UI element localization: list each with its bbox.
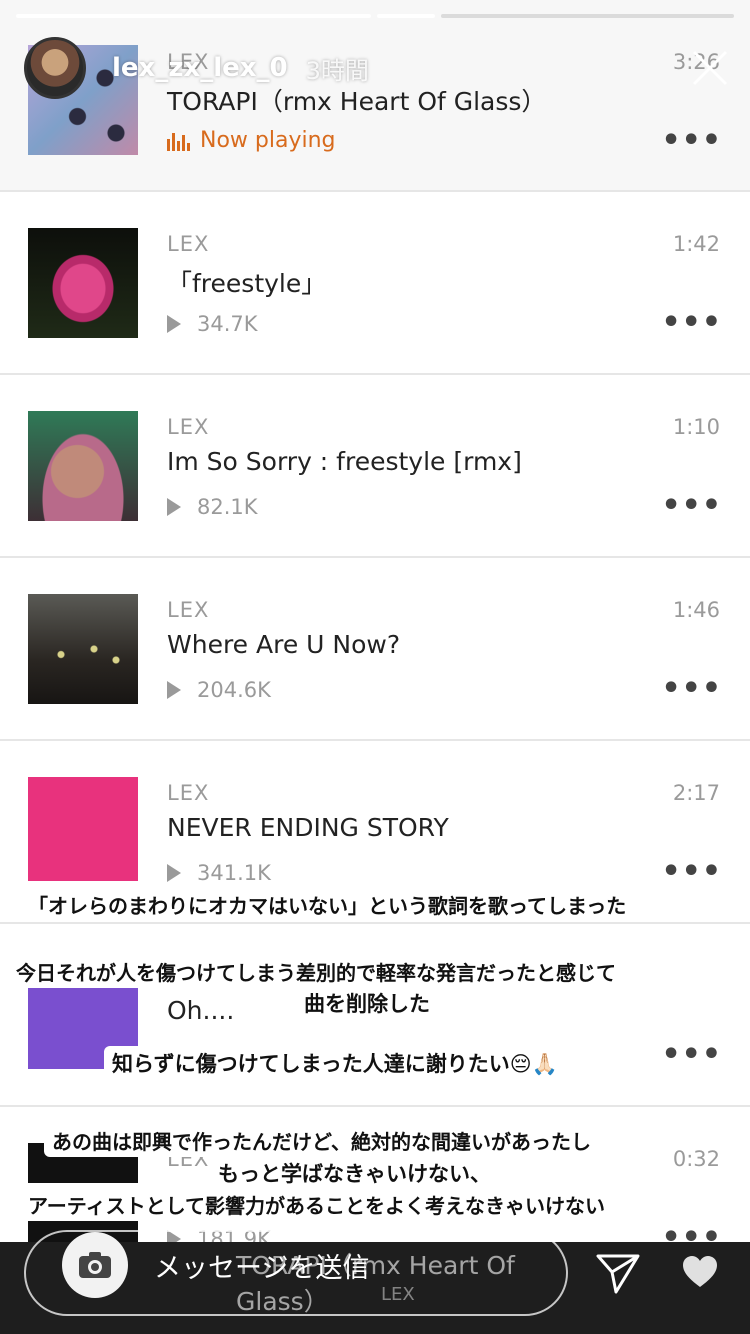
play-count-value: 204.6K [197, 678, 271, 702]
message-input[interactable]: TORAPI（rmx Heart Of Glass） メッセージを送信 LEX [24, 1230, 568, 1316]
progress-segment [16, 14, 371, 18]
camera-button[interactable] [62, 1232, 128, 1298]
send-icon [596, 1254, 640, 1294]
close-button[interactable] [690, 48, 730, 88]
play-count-value: 82.1K [197, 495, 258, 519]
more-options-button[interactable]: ••• [661, 1040, 722, 1070]
track-title[interactable]: Where Are U Now? [167, 630, 400, 659]
play-icon [167, 315, 181, 333]
play-count: 82.1K [167, 495, 258, 519]
heart-icon [683, 1256, 717, 1287]
track-row[interactable]: LEX Where Are U Now? 1:46 204.6K ••• [0, 558, 750, 741]
track-row[interactable]: LEX 「freestyle」 1:42 34.7K ••• [0, 192, 750, 375]
story-caption: 知らずに傷つけてしまった人達に謝りたい😔🙏🏻 [104, 1046, 566, 1080]
story-header: lex_zx_lex_0 3時間 [24, 36, 730, 100]
progress-segment [377, 14, 435, 18]
more-options-button[interactable]: ••• [661, 857, 722, 887]
progress-segment [441, 14, 734, 18]
more-options-button[interactable]: ••• [661, 126, 722, 156]
send-button[interactable] [594, 1248, 642, 1296]
now-playing-label: Now playing [200, 128, 336, 153]
play-count: 34.7K [167, 312, 258, 336]
mini-player-artist: LEX [381, 1284, 415, 1305]
play-icon [167, 681, 181, 699]
track-title[interactable]: NEVER ENDING STORY [167, 813, 449, 842]
track-duration: 1:42 [672, 232, 720, 256]
play-icon [167, 498, 181, 516]
track-title[interactable]: Oh.... [167, 996, 234, 1025]
story-caption: 今日それが人を傷つけてしまう差別的で軽率な発言だったと感じて [8, 955, 624, 988]
play-count: 341.1K [167, 861, 271, 885]
avatar[interactable] [24, 37, 86, 99]
track-artwork[interactable] [28, 228, 138, 338]
track-artwork[interactable] [28, 777, 138, 881]
close-icon [692, 50, 728, 86]
play-count: 204.6K [167, 678, 271, 702]
track-duration: 1:46 [672, 598, 720, 622]
now-playing-status: Now playing [167, 128, 336, 153]
track-artist: LEX [167, 781, 210, 805]
track-list: LEX TORAPI（rmx Heart Of Glass） 3:26 Now … [0, 0, 750, 1317]
story-caption: あの曲は即興で作ったんだけど、絶対的な間違いがあったし [44, 1124, 599, 1157]
track-artwork[interactable] [28, 594, 138, 704]
track-duration: 1:10 [672, 415, 720, 439]
play-count-value: 34.7K [197, 312, 258, 336]
story-username[interactable]: lex_zx_lex_0 [112, 53, 288, 83]
story-progress-bar [16, 14, 734, 18]
story-caption: アーティストとして影響力があることをよく考えなきゃいけない [20, 1188, 613, 1221]
equalizer-icon [167, 131, 190, 151]
more-options-button[interactable]: ••• [661, 308, 722, 338]
play-count-value: 341.1K [197, 861, 271, 885]
message-placeholder: メッセージを送信 [154, 1253, 370, 1284]
track-artist: LEX [167, 415, 210, 439]
story-caption: 「オレらのまわりにオカマはいない」という歌詞を歌ってしまった [20, 888, 635, 921]
more-options-button[interactable]: ••• [661, 674, 722, 704]
story-time: 3時間 [305, 56, 369, 85]
track-row[interactable]: LEX Im So Sorry : freestyle [rmx] 1:10 8… [0, 375, 750, 558]
story-caption: もっと学ばなきゃいけない、 [210, 1156, 499, 1190]
track-artist: LEX [167, 232, 210, 256]
track-title[interactable]: 「freestyle」 [167, 264, 326, 300]
camera-icon [79, 1252, 111, 1278]
track-duration: 2:17 [672, 781, 720, 805]
track-artwork[interactable] [28, 411, 138, 521]
track-duration: 0:32 [672, 1147, 720, 1171]
track-artist: LEX [167, 598, 210, 622]
more-options-button[interactable]: ••• [661, 491, 722, 521]
like-button[interactable] [680, 1252, 720, 1292]
track-title[interactable]: Im So Sorry : freestyle [rmx] [167, 447, 522, 476]
play-icon [167, 864, 181, 882]
bottom-bar: TORAPI（rmx Heart Of Glass） メッセージを送信 LEX [0, 1230, 750, 1334]
story-caption: 曲を削除した [296, 986, 438, 1020]
